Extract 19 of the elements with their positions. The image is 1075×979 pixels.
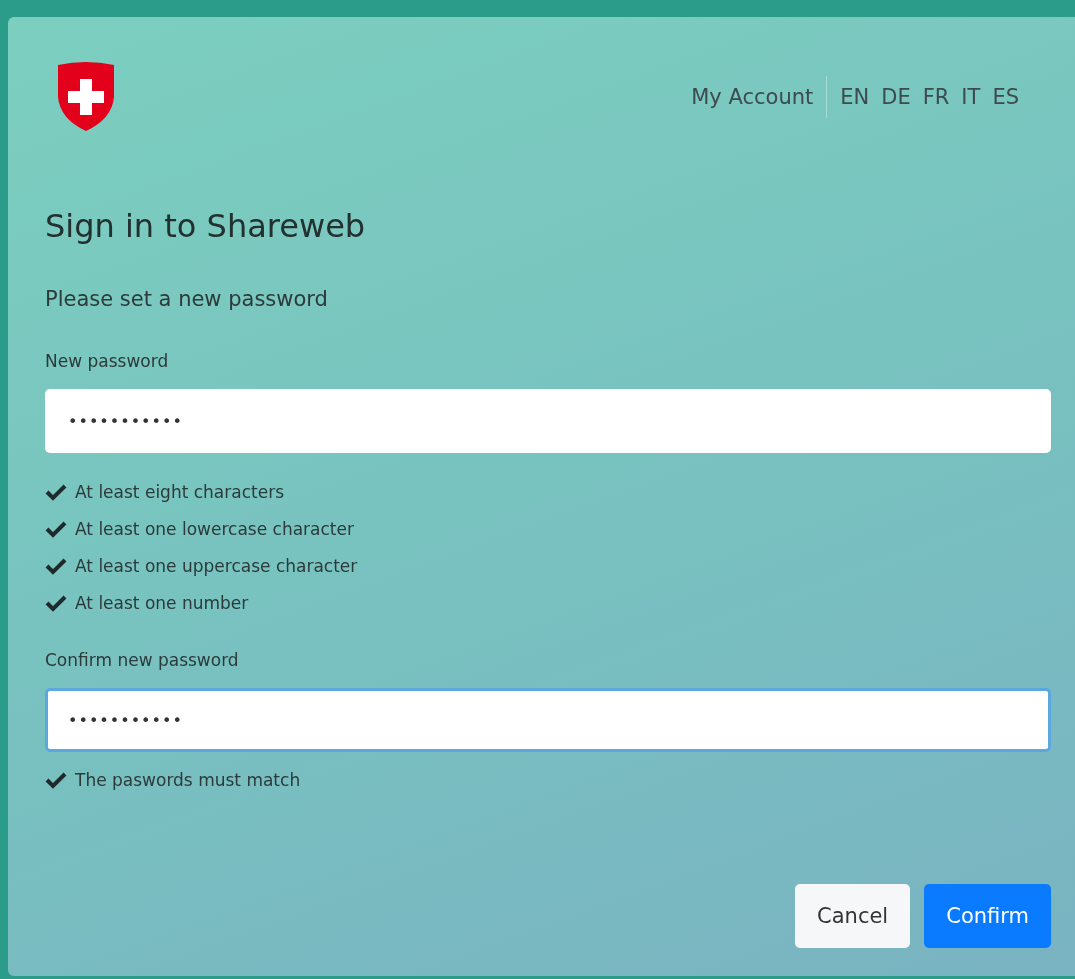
page-title: Sign in to Shareweb: [45, 207, 367, 245]
subtitle: Please set a new password: [45, 287, 329, 311]
rule-text: At least one lowercase character: [75, 519, 354, 539]
cancel-button[interactable]: Cancel: [795, 884, 911, 948]
rule-text: At least one uppercase character: [75, 556, 358, 576]
language-link[interactable]: ES: [992, 85, 1019, 109]
password-field[interactable]: •••••••••••: [45, 688, 1051, 752]
confirm-button[interactable]: Confirm: [924, 884, 1051, 948]
rule-text: The paswords must match: [75, 770, 301, 790]
rule-text: At least eight characters: [75, 482, 284, 502]
field-label: Confirm new password: [45, 650, 240, 670]
language-link[interactable]: IT: [961, 85, 981, 109]
account-link[interactable]: My Account: [691, 85, 814, 109]
field-label: New password: [45, 351, 170, 371]
password-field[interactable]: •••••••••••: [45, 389, 1051, 453]
language-link[interactable]: FR: [922, 85, 950, 109]
language-link[interactable]: DE: [881, 85, 911, 109]
language-link[interactable]: EN: [840, 85, 870, 109]
rule-text: At least one number: [75, 593, 249, 613]
